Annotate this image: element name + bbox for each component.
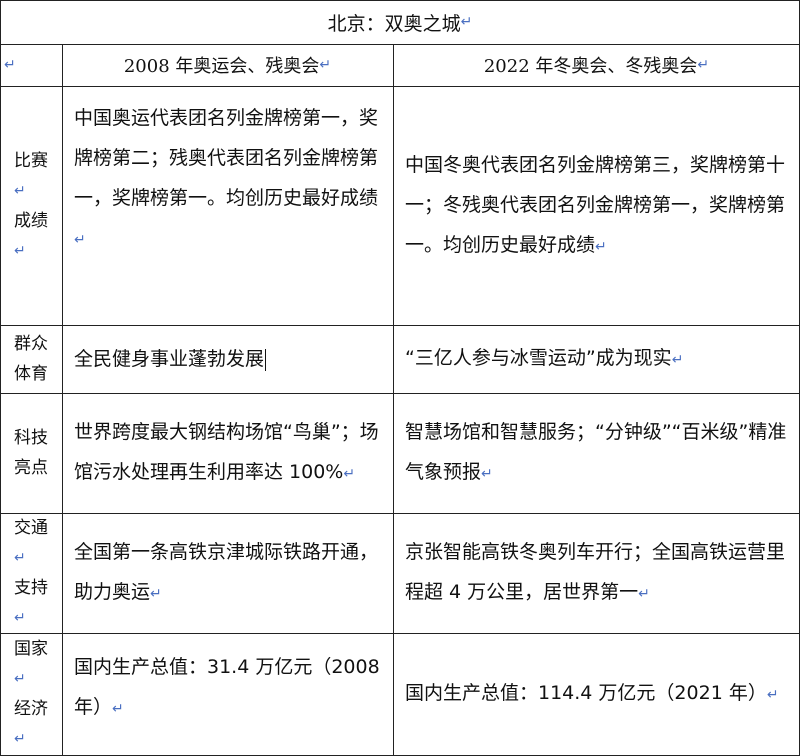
paragraph-mark-icon <box>150 586 162 602</box>
cell-text-wrap: “三亿人参与冰雪运动”成为现实 <box>405 338 683 380</box>
cell-text-wrap: 全民健身事业蓬勃发展 <box>74 339 267 379</box>
row-label-text: 科技 <box>14 428 48 448</box>
cell-text: 京张智能高铁冬奥列车开行；全国高铁运营里程超 4 万公里，居世界第一 <box>405 541 786 603</box>
row-label-line: 支持 <box>14 573 48 633</box>
row-label-text: 群众 <box>14 334 48 354</box>
row-label-text: 亮点 <box>14 458 48 478</box>
header-2022-cell: 2022 年冬奥会、冬残奥会 <box>393 44 800 86</box>
row-label-line: 成绩 <box>14 206 48 266</box>
row-label-line: 比赛 <box>14 146 48 206</box>
row-label-cell: 国家 经济 <box>0 633 62 755</box>
text-cursor <box>265 348 267 371</box>
cell-2008-tech: 世界跨度最大钢结构场馆“鸟巢”；场馆污水处理再生利用率达 100% <box>62 393 393 513</box>
cell-2022-transport: 京张智能高铁冬奥列车开行；全国高铁运营里程超 4 万公里，居世界第一 <box>393 513 800 633</box>
cell-text: 全国第一条高铁京津城际铁路开通，助力奥运 <box>74 541 379 603</box>
table-title: 北京：双奥之城 <box>327 12 461 35</box>
row-label-line: 交通 <box>14 513 48 573</box>
row-label-cell: 交通 支持 <box>0 513 62 633</box>
row-label-text: 支持 <box>14 578 48 598</box>
cell-text-wrap: 全国第一条高铁京津城际铁路开通，助力奥运 <box>74 532 381 614</box>
paragraph-mark-icon <box>4 57 16 73</box>
paragraph-mark-icon <box>14 603 48 633</box>
paragraph-mark-icon <box>112 701 124 717</box>
cell-2008-economy: 国内生产总值：31.4 万亿元（2008 年） <box>62 633 393 755</box>
cell-text: 智慧场馆和智慧服务；“分钟级”“百米级”精准气象预报 <box>405 421 787 483</box>
paragraph-mark-icon <box>672 352 684 368</box>
cell-2022-economy: 国内生产总值：114.4 万亿元（2021 年） <box>393 633 800 755</box>
header-2022: 2022 年冬奥会、冬残奥会 <box>483 56 698 77</box>
row-label-cell: 群众 体育 <box>0 325 62 393</box>
paragraph-mark-icon <box>767 687 779 703</box>
cell-2022-results: 中国冬奥代表团名列金牌榜第三，奖牌榜第十一；冬残奥代表团名列金牌榜第一，奖牌榜第… <box>393 86 800 325</box>
paragraph-mark-icon <box>14 176 48 206</box>
cell-text: 世界跨度最大钢结构场馆“鸟巢”；场馆污水处理再生利用率达 100% <box>74 421 379 483</box>
cell-2008-results: 中国奥运代表团名列金牌榜第一，奖牌榜第二；残奥代表团名列金牌榜第一，奖牌榜第一。… <box>62 86 393 325</box>
paragraph-mark-icon <box>638 586 650 602</box>
row-label-line: 国家 <box>14 634 48 694</box>
cell-text-wrap: 国内生产总值：114.4 万亿元（2021 年） <box>405 673 779 715</box>
cell-2022-tech: 智慧场馆和智慧服务；“分钟级”“百米级”精准气象预报 <box>393 393 800 513</box>
cell-2008-transport: 全国第一条高铁京津城际铁路开通，助力奥运 <box>62 513 393 633</box>
row-label-text: 成绩 <box>14 210 48 231</box>
row-label-line: 经济 <box>14 694 48 754</box>
cell-2022-fitness: “三亿人参与冰雪运动”成为现实 <box>393 325 800 393</box>
cell-text-wrap: 世界跨度最大钢结构场馆“鸟巢”；场馆污水处理再生利用率达 100% <box>74 412 381 494</box>
header-2008-cell: 2008 年奥运会、残奥会 <box>62 44 393 86</box>
cell-text-wrap: 京张智能高铁冬奥列车开行；全国高铁运营里程超 4 万公里，居世界第一 <box>405 532 788 614</box>
paragraph-mark-icon <box>461 14 473 30</box>
row-label-text: 体育 <box>14 364 48 384</box>
cell-2008-fitness: 全民健身事业蓬勃发展 <box>62 325 393 393</box>
row-label-cell: 科技 亮点 <box>0 393 62 513</box>
paragraph-mark-icon <box>343 466 355 482</box>
paragraph-mark-icon <box>697 57 709 73</box>
row-label-text: 交通 <box>14 518 48 538</box>
header-corner-cell <box>0 44 62 86</box>
cell-text: 中国奥运代表团名列金牌榜第一，奖牌榜第二；残奥代表团名列金牌榜第一，奖牌榜第一。… <box>74 107 379 209</box>
paragraph-mark-icon <box>595 239 607 255</box>
cell-text: 国内生产总值：114.4 万亿元（2021 年） <box>405 682 767 704</box>
paragraph-mark-icon <box>14 236 48 266</box>
header-2008: 2008 年奥运会、残奥会 <box>123 56 320 77</box>
cell-text: “三亿人参与冰雪运动”成为现实 <box>405 347 672 369</box>
row-label-cell: 比赛 成绩 <box>0 86 62 325</box>
paragraph-mark-icon <box>74 232 86 248</box>
cell-text-wrap: 中国冬奥代表团名列金牌榜第三，奖牌榜第十一；冬残奥代表团名列金牌榜第一，奖牌榜第… <box>405 145 788 267</box>
paragraph-mark-icon <box>14 543 48 573</box>
paragraph-mark-icon <box>481 466 493 482</box>
cell-text: 全民健身事业蓬勃发展 <box>74 348 265 370</box>
paragraph-mark-icon <box>319 57 331 73</box>
row-label-text: 经济 <box>14 699 48 719</box>
paragraph-mark-icon <box>14 664 48 694</box>
paragraph-mark-icon <box>14 724 48 754</box>
table-title-cell: 北京：双奥之城 <box>0 0 800 44</box>
row-label-text: 比赛 <box>14 150 48 171</box>
comparison-table: 北京：双奥之城 2008 年奥运会、残奥会 2022 年冬奥会、冬残奥会 比赛 … <box>0 0 800 756</box>
cell-text-wrap: 智慧场馆和智慧服务；“分钟级”“百米级”精准气象预报 <box>405 412 788 494</box>
row-label-text: 国家 <box>14 639 48 659</box>
